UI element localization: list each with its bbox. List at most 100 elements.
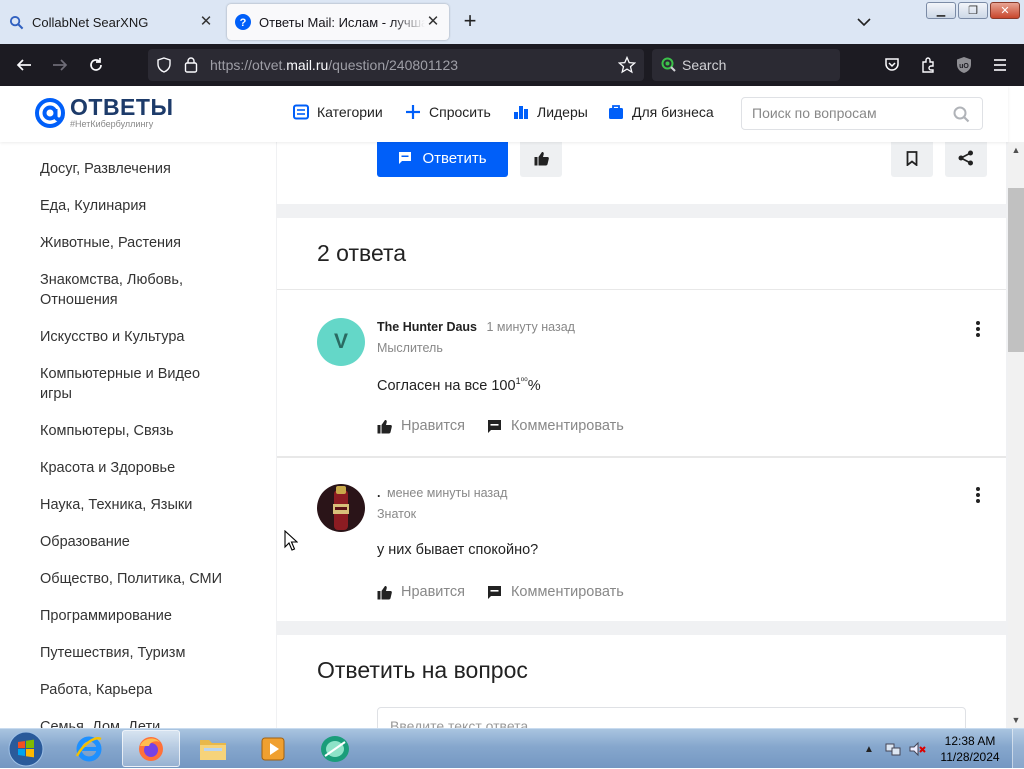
pocket-icon[interactable] [880, 53, 904, 77]
taskbar: ▲ 12:38 AM 11/28/2024 [0, 728, 1024, 769]
like-button[interactable]: Нравится [401, 418, 465, 434]
browser-nav-bar: https://otvet.mail.ru/question/240801123… [0, 44, 1024, 86]
window-close-button[interactable]: ✕ [990, 2, 1020, 19]
sidebar-item-work[interactable]: Работа, Карьера [0, 680, 230, 700]
briefcase-icon [609, 105, 623, 119]
browser-search-bar[interactable]: Search [652, 49, 840, 81]
more-options-icon[interactable] [975, 486, 981, 504]
bookmark-button[interactable] [891, 142, 933, 177]
restore-button[interactable]: ❐ [958, 2, 988, 19]
search-engine-icon [660, 56, 678, 77]
new-tab-button[interactable]: + [458, 10, 482, 34]
clock[interactable]: 12:38 AM 11/28/2024 [932, 733, 1008, 765]
minimize-button[interactable]: ▁ [926, 2, 956, 19]
page-body: Досуг, Развлечения Еда, Кулинария Животн… [0, 142, 1008, 728]
sidebar-item-society[interactable]: Общество, Политика, СМИ [0, 569, 230, 589]
sidebar-item-games[interactable]: Компьютерные и Видео игры [0, 364, 230, 404]
search-icon[interactable] [953, 106, 970, 123]
site-search-input[interactable] [752, 105, 942, 121]
sidebar-item-art[interactable]: Искусство и Культура [0, 327, 230, 347]
thumbs-up-icon[interactable] [377, 419, 392, 434]
lock-icon[interactable] [184, 56, 198, 76]
volume-muted-icon[interactable] [908, 740, 926, 758]
extensions-icon[interactable] [916, 53, 940, 77]
page-scrollbar[interactable]: ▲ ▼ [1008, 142, 1024, 728]
more-options-icon[interactable] [975, 320, 981, 338]
answer-button[interactable]: Ответить [377, 142, 508, 177]
taskbar-firefox[interactable] [122, 730, 180, 767]
taskbar-ie[interactable] [60, 730, 118, 767]
avatar[interactable] [317, 484, 365, 532]
sidebar-item-leisure[interactable]: Досуг, Развлечения [0, 159, 230, 179]
answer-footer: Нравится Комментировать [377, 418, 624, 434]
author-name[interactable]: . [377, 486, 380, 500]
forward-arrow-icon[interactable] [48, 53, 72, 77]
share-button[interactable] [945, 142, 987, 177]
answer-author-line: The Hunter Daus 1 минуту назад [377, 320, 575, 334]
answer-text: у них бывает спокойно? [377, 542, 539, 558]
sidebar-item-family[interactable]: Семья, Дом, Дети [0, 717, 230, 728]
mouse-cursor-icon [284, 530, 298, 551]
search-placeholder: Search [682, 57, 727, 73]
nav-categories[interactable]: Категории [293, 104, 383, 120]
sidebar-item-science[interactable]: Наука, Техника, Языки [0, 495, 230, 515]
plus-icon [406, 105, 420, 119]
share-icon [958, 150, 973, 166]
sidebar-item-dating[interactable]: Знакомства, Любовь, Отношения [0, 270, 230, 310]
question-icon: ? [235, 14, 251, 30]
scrollbar-thumb[interactable] [1008, 188, 1024, 352]
comment-icon[interactable] [487, 585, 502, 600]
taskbar-media-player[interactable] [244, 730, 302, 767]
author-name[interactable]: The Hunter Daus [377, 320, 477, 334]
taskbar-explorer[interactable] [184, 730, 242, 767]
tab-otvety[interactable]: ? Ответы Mail: Ислам - лучшая ✕ [227, 4, 449, 40]
nav-ask[interactable]: Спросить [405, 104, 491, 120]
menu-icon[interactable] [988, 53, 1012, 77]
sidebar-item-computers[interactable]: Компьютеры, Связь [0, 421, 230, 441]
network-icon[interactable] [884, 740, 902, 758]
avatar-image [317, 484, 365, 532]
scroll-up-arrow-icon[interactable]: ▲ [1011, 145, 1021, 155]
site-search [741, 97, 983, 130]
back-arrow-icon[interactable] [12, 53, 36, 77]
taskbar-app[interactable] [306, 730, 364, 767]
reload-icon[interactable] [84, 53, 108, 77]
sidebar-item-education[interactable]: Образование [0, 532, 230, 552]
bookmark-star-icon[interactable] [617, 55, 637, 77]
show-hidden-icons-icon[interactable]: ▲ [860, 740, 878, 758]
tab-searxng[interactable]: CollabNet SearXNG ✕ [0, 4, 222, 40]
site-logo[interactable]: ОТВЕТЫ #НетКибербуллингу [34, 96, 173, 129]
sidebar-item-programming[interactable]: Программирование [0, 606, 230, 626]
scroll-down-arrow-icon[interactable]: ▼ [1011, 715, 1021, 725]
sidebar-item-travel[interactable]: Путешествия, Туризм [0, 643, 230, 663]
comment-button[interactable]: Комментировать [511, 418, 624, 434]
answer-text: Согласен на все 1001⁰⁰% [377, 376, 541, 394]
reply-textarea[interactable] [390, 718, 950, 728]
list-icon [293, 104, 309, 120]
window-controls: ▁ ❐ ✕ [926, 2, 1020, 19]
start-button[interactable] [3, 730, 49, 768]
sidebar-item-food[interactable]: Еда, Кулинария [0, 196, 230, 216]
like-question-button[interactable] [520, 142, 562, 177]
thumbs-up-icon [534, 151, 549, 165]
chevron-down-icon[interactable] [852, 12, 876, 32]
nav-leaders[interactable]: Лидеры [513, 104, 588, 120]
close-icon[interactable]: ✕ [425, 14, 441, 30]
category-list: Досуг, Развлечения Еда, Кулинария Животн… [0, 142, 276, 728]
answer-item: V The Hunter Daus 1 минуту назад Мыслите… [277, 290, 1006, 455]
clock-time: 12:38 AM [944, 734, 996, 748]
avatar[interactable]: V [317, 318, 365, 366]
nav-business[interactable]: Для бизнеса [608, 104, 714, 120]
sidebar-item-beauty[interactable]: Красота и Здоровье [0, 458, 230, 478]
show-desktop-button[interactable] [1012, 729, 1024, 769]
like-button[interactable]: Нравится [401, 584, 465, 600]
comment-icon[interactable] [487, 419, 502, 434]
shield-icon[interactable] [156, 57, 172, 76]
thumbs-up-icon[interactable] [377, 585, 392, 600]
svg-text:uO: uO [959, 63, 969, 70]
sidebar-item-animals[interactable]: Животные, Растения [0, 233, 230, 253]
ublock-icon[interactable]: uO [952, 53, 976, 77]
close-icon[interactable]: ✕ [198, 14, 214, 30]
comment-button[interactable]: Комментировать [511, 584, 624, 600]
url-bar[interactable]: https://otvet.mail.ru/question/240801123 [148, 49, 644, 81]
